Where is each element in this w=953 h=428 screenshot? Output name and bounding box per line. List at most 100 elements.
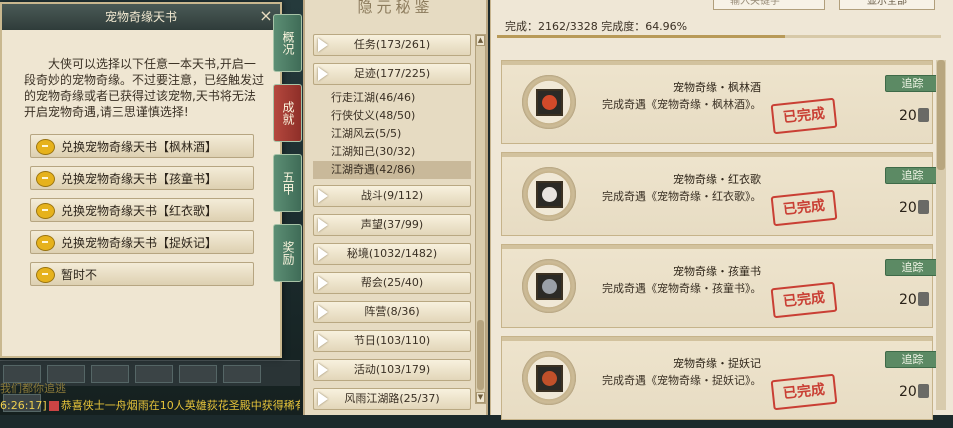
progress-fill bbox=[497, 35, 786, 38]
exchange-option-button[interactable]: 兑换宠物奇缘天书【孩童书】 bbox=[30, 166, 254, 190]
scroll-up-icon[interactable]: ▲ bbox=[476, 35, 485, 46]
pet-book-dialog: 宠物奇缘天书 × 大侠可以选择以下任意一本天书,开启一段奇妙的宠物奇缘。不过要注… bbox=[0, 2, 282, 358]
category-item[interactable]: 风雨江湖路(25/37) bbox=[313, 388, 471, 410]
completion-progress-bar bbox=[497, 35, 941, 38]
expand-arrow-icon bbox=[318, 218, 328, 232]
speech-bubble-icon bbox=[36, 235, 55, 251]
category-item[interactable]: 帮会(25/40) bbox=[313, 272, 471, 294]
option-label: 兑换宠物奇缘天书【红衣歌】 bbox=[61, 204, 218, 218]
reward-value: 20 bbox=[899, 384, 917, 400]
tab-overview[interactable]: 概况 bbox=[273, 14, 302, 72]
reward-points: 20 bbox=[899, 292, 929, 308]
subcategory-item[interactable]: 行走江湖(46/46) bbox=[313, 89, 471, 107]
reward-icon bbox=[917, 292, 929, 306]
achievement-description: 完成奇遇《宠物奇缘・红衣歌》。 bbox=[602, 190, 762, 203]
side-tab-strip: 概况 成就 五甲 奖励 bbox=[273, 14, 303, 294]
completed-stamp: 已完成 bbox=[770, 189, 838, 227]
subcategory-list: 行走江湖(46/46) 行侠仗义(48/50) 江湖风云(5/5) 江湖知己(3… bbox=[313, 89, 471, 179]
track-button[interactable]: 追踪 bbox=[885, 167, 940, 184]
scroll-thumb[interactable] bbox=[477, 320, 484, 390]
category-item[interactable]: 足迹(177/225) bbox=[313, 63, 471, 85]
subcategory-item[interactable]: 江湖知己(30/32) bbox=[313, 143, 471, 161]
expand-arrow-icon bbox=[318, 305, 328, 319]
category-label: 秘境(1032/1482) bbox=[346, 247, 438, 260]
achievement-scrollbar[interactable] bbox=[936, 60, 946, 410]
category-item[interactable]: 阵营(8/36) bbox=[313, 301, 471, 323]
category-item[interactable]: 节日(103/110) bbox=[313, 330, 471, 352]
scroll-down-icon[interactable]: ▼ bbox=[476, 392, 485, 403]
category-item[interactable]: 声望(37/99) bbox=[313, 214, 471, 236]
flag-icon bbox=[48, 401, 59, 411]
expand-arrow-icon bbox=[318, 334, 328, 348]
category-label: 风雨江湖路(25/37) bbox=[344, 392, 440, 405]
decline-option-button[interactable]: 暂时不 bbox=[30, 262, 254, 286]
exchange-option-button[interactable]: 兑换宠物奇缘天书【枫林酒】 bbox=[30, 134, 254, 158]
track-button[interactable]: 追踪 bbox=[885, 259, 940, 276]
achievement-card: 宠物奇缘・孩童书 完成奇遇《宠物奇缘・孩童书》。 追踪 已完成 20 bbox=[501, 244, 940, 328]
scroll-thumb[interactable] bbox=[937, 60, 945, 170]
achievement-title: 宠物奇缘・捉妖记 bbox=[673, 357, 761, 370]
panel-title: 隐元秘鉴 bbox=[357, 0, 434, 16]
speech-bubble-icon bbox=[36, 171, 55, 187]
chat-line: 6:26:17] 恭喜侠士一舟烟雨在10人英雄荻花圣殿中获得稀有 bbox=[0, 397, 300, 414]
dialog-body: 大侠可以选择以下任意一本天书,开启一段奇妙的宠物奇缘。不过要注意，已经触发过的宠… bbox=[2, 30, 280, 286]
achievement-title: 宠物奇缘・枫林酒 bbox=[673, 81, 761, 94]
category-item[interactable]: 战斗(9/112) bbox=[313, 185, 471, 207]
completion-summary: 完成：2162/3328 完成度：64.96% bbox=[505, 20, 688, 33]
expand-arrow-icon bbox=[318, 276, 328, 290]
track-button[interactable]: 追踪 bbox=[885, 351, 940, 368]
option-label: 兑换宠物奇缘天书【孩童书】 bbox=[61, 172, 218, 186]
chat-log: 我们都你追逃 6:26:17] 恭喜侠士一舟烟雨在10人英雄荻花圣殿中获得稀有 bbox=[0, 380, 300, 415]
reward-icon bbox=[917, 384, 929, 398]
expand-arrow-icon bbox=[318, 189, 328, 203]
speech-bubble-icon bbox=[36, 267, 55, 283]
category-panel: 隐元秘鉴 任务(173/261) 足迹(177/225) 行走江湖(46/46)… bbox=[303, 0, 488, 415]
achievement-card: 宠物奇缘・捉妖记 完成奇遇《宠物奇缘・捉妖记》。 追踪 已完成 20 bbox=[501, 336, 940, 420]
tab-achievements[interactable]: 成就 bbox=[273, 84, 302, 142]
category-item[interactable]: 任务(173/261) bbox=[313, 34, 471, 56]
category-label: 阵营(8/36) bbox=[364, 305, 420, 318]
achievement-description: 完成奇遇《宠物奇缘・枫林酒》。 bbox=[602, 98, 762, 111]
option-label: 暂时不 bbox=[61, 268, 98, 282]
expand-arrow-icon bbox=[318, 363, 328, 377]
reward-value: 20 bbox=[899, 200, 917, 216]
exchange-option-button[interactable]: 兑换宠物奇缘天书【红衣歌】 bbox=[30, 198, 254, 222]
dialog-description: 大侠可以选择以下任意一本天书,开启一段奇妙的宠物奇缘。不过要注意，已经触发过的宠… bbox=[24, 57, 265, 119]
achievement-title: 宠物奇缘・红衣歌 bbox=[673, 173, 761, 186]
reward-points: 20 bbox=[899, 384, 929, 400]
option-label: 兑换宠物奇缘天书【枫林酒】 bbox=[61, 140, 218, 154]
search-input[interactable]: 输入关键字 bbox=[713, 0, 825, 10]
category-scrollbar[interactable]: ▲ ▼ bbox=[475, 34, 486, 404]
filter-dropdown[interactable]: 显示全部 bbox=[839, 0, 935, 10]
category-item[interactable]: 秘境(1032/1482) bbox=[313, 243, 471, 265]
reward-value: 20 bbox=[899, 292, 917, 308]
completed-stamp: 已完成 bbox=[770, 281, 838, 319]
reward-points: 20 bbox=[899, 200, 929, 216]
reward-icon bbox=[917, 108, 929, 122]
completed-stamp: 已完成 bbox=[770, 97, 838, 135]
exchange-option-button[interactable]: 兑换宠物奇缘天书【捉妖记】 bbox=[30, 230, 254, 254]
category-label: 活动(103/179) bbox=[353, 363, 431, 376]
dialog-title: 宠物奇缘天书 bbox=[104, 10, 177, 24]
achievement-title: 宠物奇缘・孩童书 bbox=[673, 265, 761, 278]
achievement-description: 完成奇遇《宠物奇缘・孩童书》。 bbox=[602, 282, 762, 295]
subcategory-item-selected[interactable]: 江湖奇遇(42/86) bbox=[313, 161, 471, 179]
category-item[interactable]: 活动(103/179) bbox=[313, 359, 471, 381]
achievement-list: 宠物奇缘・枫林酒 完成奇遇《宠物奇缘・枫林酒》。 追踪 已完成 20 宠物奇缘・… bbox=[501, 60, 940, 428]
expand-arrow-icon bbox=[318, 67, 328, 81]
expand-arrow-icon bbox=[318, 247, 328, 261]
subcategory-item[interactable]: 江湖风云(5/5) bbox=[313, 125, 471, 143]
track-button[interactable]: 追踪 bbox=[885, 75, 940, 92]
category-label: 声望(37/99) bbox=[360, 218, 424, 231]
chat-message: 恭喜侠士一舟烟雨在10人英雄荻花圣殿中获得稀有 bbox=[60, 399, 300, 412]
reward-value: 20 bbox=[899, 108, 917, 124]
category-label: 帮会(25/40) bbox=[360, 276, 424, 289]
tab-rewards[interactable]: 奖励 bbox=[273, 224, 302, 282]
chat-time: 6:26:17] bbox=[0, 399, 47, 412]
subcategory-item[interactable]: 行侠仗义(48/50) bbox=[313, 107, 471, 125]
achievement-panel: 输入关键字 显示全部 完成：2162/3328 完成度：64.96% 宠物奇缘・… bbox=[490, 0, 953, 420]
tab-wujia[interactable]: 五甲 bbox=[273, 154, 302, 212]
completed-stamp: 已完成 bbox=[770, 373, 838, 411]
category-label: 节日(103/110) bbox=[353, 334, 431, 347]
option-label: 兑换宠物奇缘天书【捉妖记】 bbox=[61, 236, 218, 250]
